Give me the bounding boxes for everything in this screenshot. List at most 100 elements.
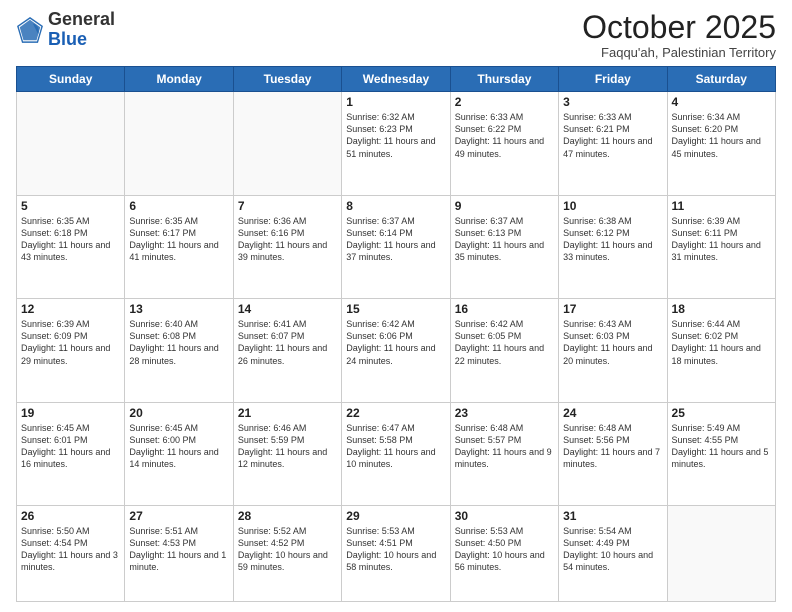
day-info: Sunrise: 6:35 AM Sunset: 6:17 PM Dayligh…	[129, 215, 228, 264]
day-info: Sunrise: 6:37 AM Sunset: 6:13 PM Dayligh…	[455, 215, 554, 264]
table-row: 1Sunrise: 6:32 AM Sunset: 6:23 PM Daylig…	[342, 92, 450, 195]
table-row	[17, 92, 125, 195]
day-number: 11	[672, 199, 771, 213]
table-row	[125, 92, 233, 195]
page: General Blue October 2025 Faqqu'ah, Pale…	[0, 0, 792, 612]
table-row: 7 Sunrise: 6:36 AM Sunset: 6:16 PM Daylig…	[233, 195, 341, 298]
table-row: 2Sunrise: 6:33 AM Sunset: 6:22 PM Daylig…	[450, 92, 558, 195]
table-row: 19Sunrise: 6:45 AM Sunset: 6:01 PM Dayli…	[17, 402, 125, 505]
table-row: 18 Sunrise: 6:44 AM Sunset: 6:02 PM Dayli…	[667, 299, 775, 402]
calendar-week-row: 26 Sunrise: 5:50 AM Sunset: 4:54 PM Dayli…	[17, 506, 776, 602]
day-info: Sunrise: 6:35 AM Sunset: 6:18 PM Dayligh…	[21, 215, 120, 264]
table-row: 27 Sunrise: 5:51 AM Sunset: 4:53 PM Dayli…	[125, 506, 233, 602]
table-row: 5 Sunrise: 6:35 AM Sunset: 6:18 PM Daylig…	[17, 195, 125, 298]
table-row: 10Sunrise: 6:38 AM Sunset: 6:12 PM Dayli…	[559, 195, 667, 298]
day-info: Sunrise: 6:33 AM Sunset: 6:21 PM Dayligh…	[563, 111, 662, 160]
days-header-row: Sunday Monday Tuesday Wednesday Thursday…	[17, 67, 776, 92]
table-row: 24 Sunrise: 6:48 AM Sunset: 5:56 PM Dayli…	[559, 402, 667, 505]
day-info: Sunrise: 5:53 AM Sunset: 4:50 PM Dayligh…	[455, 525, 554, 574]
day-info: Sunrise: 5:51 AM Sunset: 4:53 PM Dayligh…	[129, 525, 228, 574]
day-number: 15	[346, 302, 445, 316]
day-number: 25	[672, 406, 771, 420]
day-number: 29	[346, 509, 445, 523]
table-row: 11 Sunrise: 6:39 AM Sunset: 6:11 PM Dayli…	[667, 195, 775, 298]
day-number: 1	[346, 95, 445, 109]
day-number: 20	[129, 406, 228, 420]
table-row: 16Sunrise: 6:42 AM Sunset: 6:05 PM Dayli…	[450, 299, 558, 402]
calendar-week-row: 5 Sunrise: 6:35 AM Sunset: 6:18 PM Daylig…	[17, 195, 776, 298]
table-row: 14 Sunrise: 6:41 AM Sunset: 6:07 PM Dayli…	[233, 299, 341, 402]
day-number: 6	[129, 199, 228, 213]
table-row: 23 Sunrise: 6:48 AM Sunset: 5:57 PM Dayli…	[450, 402, 558, 505]
day-number: 8	[346, 199, 445, 213]
day-info: Sunrise: 6:38 AM Sunset: 6:12 PM Dayligh…	[563, 215, 662, 264]
table-row: 21 Sunrise: 6:46 AM Sunset: 5:59 PM Dayli…	[233, 402, 341, 505]
day-info: Sunrise: 6:41 AM Sunset: 6:07 PM Dayligh…	[238, 318, 337, 367]
header-sunday: Sunday	[17, 67, 125, 92]
header-thursday: Thursday	[450, 67, 558, 92]
day-info: Sunrise: 5:53 AM Sunset: 4:51 PM Dayligh…	[346, 525, 445, 574]
day-number: 24	[563, 406, 662, 420]
title-block: October 2025 Faqqu'ah, Palestinian Terri…	[582, 10, 776, 60]
day-info: Sunrise: 6:45 AM Sunset: 6:00 PM Dayligh…	[129, 422, 228, 471]
table-row: 13Sunrise: 6:40 AM Sunset: 6:08 PM Dayli…	[125, 299, 233, 402]
header-friday: Friday	[559, 67, 667, 92]
day-number: 30	[455, 509, 554, 523]
day-info: Sunrise: 6:39 AM Sunset: 6:09 PM Dayligh…	[21, 318, 120, 367]
table-row: 31Sunrise: 5:54 AM Sunset: 4:49 PM Dayli…	[559, 506, 667, 602]
calendar-week-row: 1Sunrise: 6:32 AM Sunset: 6:23 PM Daylig…	[17, 92, 776, 195]
day-info: Sunrise: 6:48 AM Sunset: 5:57 PM Dayligh…	[455, 422, 554, 471]
table-row: 8 Sunrise: 6:37 AM Sunset: 6:14 PM Daylig…	[342, 195, 450, 298]
day-number: 14	[238, 302, 337, 316]
day-info: Sunrise: 6:44 AM Sunset: 6:02 PM Dayligh…	[672, 318, 771, 367]
day-info: Sunrise: 6:47 AM Sunset: 5:58 PM Dayligh…	[346, 422, 445, 471]
day-info: Sunrise: 6:45 AM Sunset: 6:01 PM Dayligh…	[21, 422, 120, 471]
table-row: 30 Sunrise: 5:53 AM Sunset: 4:50 PM Dayli…	[450, 506, 558, 602]
table-row: 12 Sunrise: 6:39 AM Sunset: 6:09 PM Dayli…	[17, 299, 125, 402]
header-wednesday: Wednesday	[342, 67, 450, 92]
day-number: 22	[346, 406, 445, 420]
day-number: 21	[238, 406, 337, 420]
day-number: 4	[672, 95, 771, 109]
table-row: 3Sunrise: 6:33 AM Sunset: 6:21 PM Daylig…	[559, 92, 667, 195]
day-number: 13	[129, 302, 228, 316]
header: General Blue October 2025 Faqqu'ah, Pale…	[16, 10, 776, 60]
logo-text: General Blue	[48, 10, 115, 50]
day-number: 7	[238, 199, 337, 213]
table-row: 17Sunrise: 6:43 AM Sunset: 6:03 PM Dayli…	[559, 299, 667, 402]
table-row: 4 Sunrise: 6:34 AM Sunset: 6:20 PM Daylig…	[667, 92, 775, 195]
logo-icon	[16, 16, 44, 44]
table-row: 29 Sunrise: 5:53 AM Sunset: 4:51 PM Dayli…	[342, 506, 450, 602]
day-info: Sunrise: 6:34 AM Sunset: 6:20 PM Dayligh…	[672, 111, 771, 160]
day-info: Sunrise: 6:33 AM Sunset: 6:22 PM Dayligh…	[455, 111, 554, 160]
day-number: 23	[455, 406, 554, 420]
day-info: Sunrise: 6:39 AM Sunset: 6:11 PM Dayligh…	[672, 215, 771, 264]
calendar-subtitle: Faqqu'ah, Palestinian Territory	[582, 45, 776, 60]
day-number: 5	[21, 199, 120, 213]
table-row: 15 Sunrise: 6:42 AM Sunset: 6:06 PM Dayli…	[342, 299, 450, 402]
day-number: 12	[21, 302, 120, 316]
day-number: 27	[129, 509, 228, 523]
calendar-week-row: 12 Sunrise: 6:39 AM Sunset: 6:09 PM Dayli…	[17, 299, 776, 402]
logo-blue-text: Blue	[48, 29, 87, 49]
day-info: Sunrise: 6:42 AM Sunset: 6:06 PM Dayligh…	[346, 318, 445, 367]
day-info: Sunrise: 6:48 AM Sunset: 5:56 PM Dayligh…	[563, 422, 662, 471]
day-info: Sunrise: 5:49 AM Sunset: 4:55 PM Dayligh…	[672, 422, 771, 471]
day-number: 28	[238, 509, 337, 523]
day-info: Sunrise: 6:43 AM Sunset: 6:03 PM Dayligh…	[563, 318, 662, 367]
day-info: Sunrise: 5:50 AM Sunset: 4:54 PM Dayligh…	[21, 525, 120, 574]
header-monday: Monday	[125, 67, 233, 92]
table-row	[233, 92, 341, 195]
logo-general-text: General	[48, 9, 115, 29]
header-saturday: Saturday	[667, 67, 775, 92]
day-info: Sunrise: 6:37 AM Sunset: 6:14 PM Dayligh…	[346, 215, 445, 264]
logo: General Blue	[16, 10, 115, 50]
day-number: 26	[21, 509, 120, 523]
header-tuesday: Tuesday	[233, 67, 341, 92]
day-info: Sunrise: 6:46 AM Sunset: 5:59 PM Dayligh…	[238, 422, 337, 471]
day-info: Sunrise: 6:36 AM Sunset: 6:16 PM Dayligh…	[238, 215, 337, 264]
day-number: 9	[455, 199, 554, 213]
calendar-title: October 2025	[582, 10, 776, 45]
day-number: 31	[563, 509, 662, 523]
day-number: 18	[672, 302, 771, 316]
